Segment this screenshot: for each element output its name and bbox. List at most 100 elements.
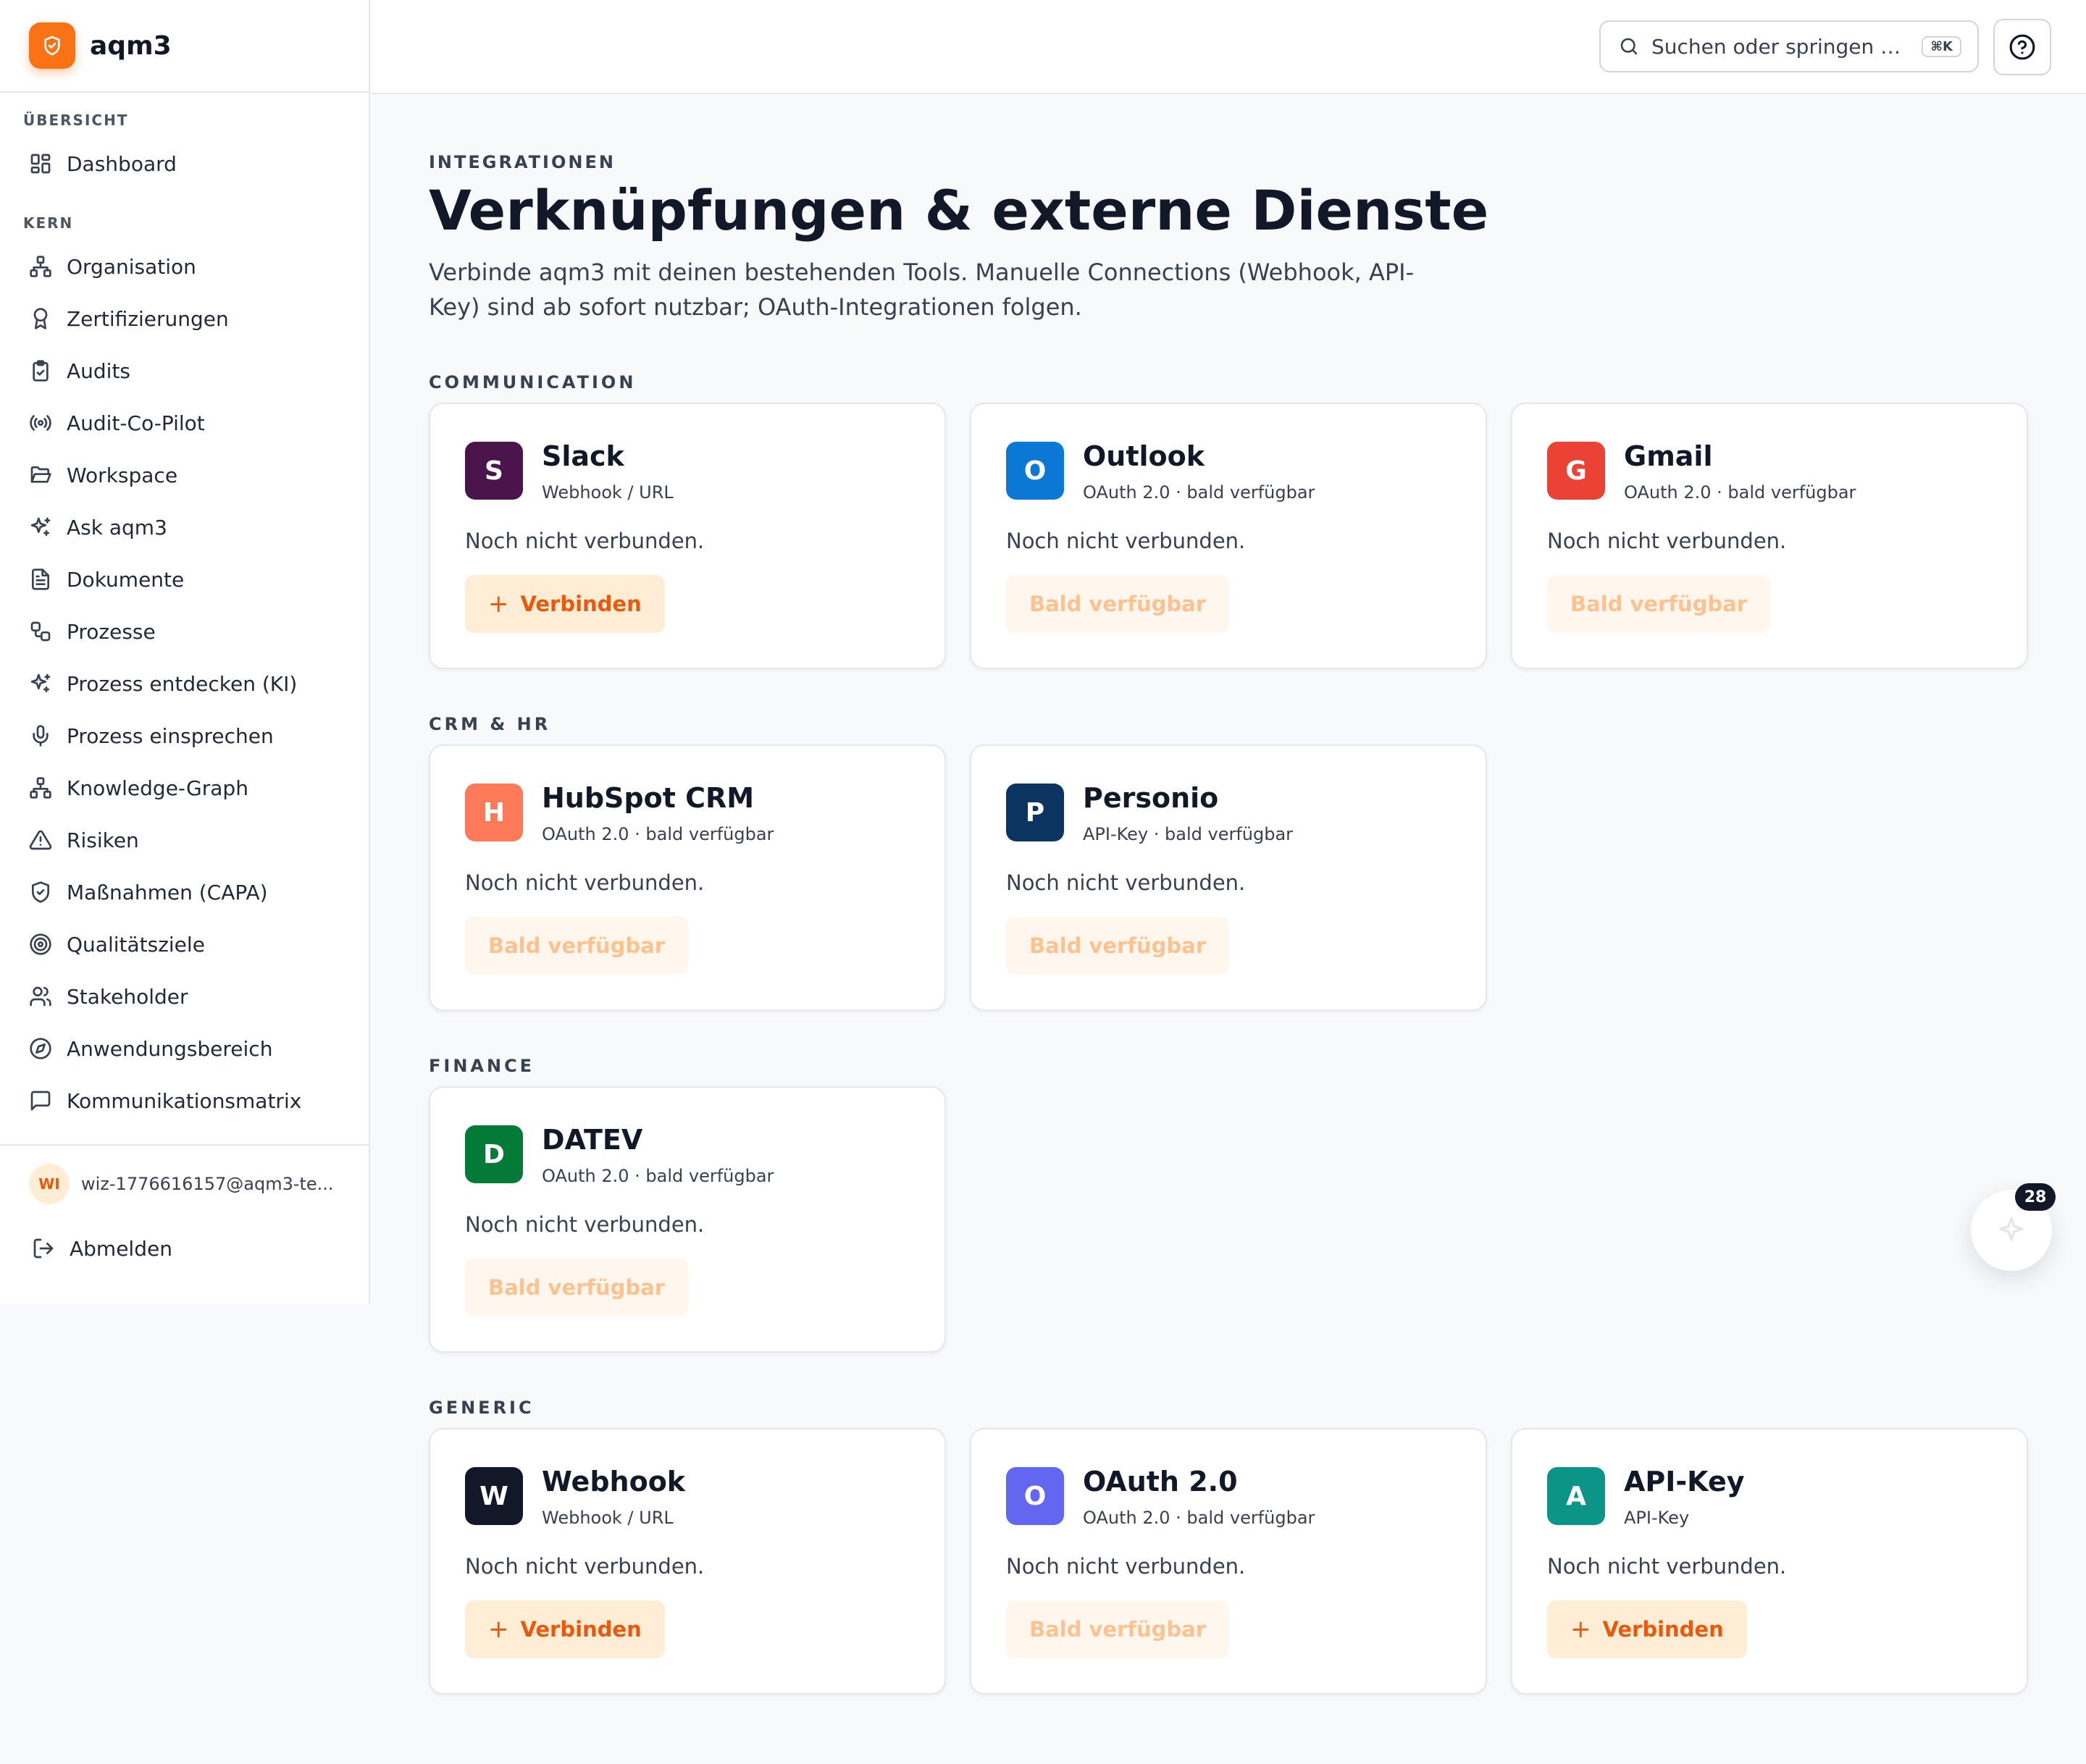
connection-status: Noch nicht verbunden.	[465, 1554, 705, 1579]
coming-soon-button: Bald verfügbar	[1006, 1600, 1229, 1658]
sidebar-item-dokumente[interactable]: Dokumente	[23, 553, 301, 605]
target-icon	[30, 933, 51, 955]
connection-status: Noch nicht verbunden.	[1006, 870, 1246, 895]
connection-status: Noch nicht verbunden.	[1547, 529, 1787, 553]
shield-check-icon	[32, 881, 49, 903]
sidebar-item-label: Stakeholder	[67, 984, 188, 1009]
coming-soon-button: Bald verfügbar	[1006, 575, 1229, 633]
integration-logo: P	[1006, 784, 1064, 841]
user-email: wiz-1776616157@aqm3-te...	[81, 1174, 334, 1194]
sidebar-item-ask-aqm3[interactable]: Ask aqm3	[23, 501, 301, 553]
award-icon	[33, 308, 48, 329]
sidebar-item-label: Zertifizierungen	[67, 306, 229, 331]
sparkles-icon	[30, 517, 51, 536]
logout-label: Abmelden	[70, 1236, 172, 1261]
plus-icon: +	[488, 589, 509, 618]
integration-card-slack: S Slack Webhook / URL Noch nicht verbunden.…	[429, 403, 946, 669]
radio-icon	[30, 415, 51, 431]
button-label: Verbinden	[520, 1617, 642, 1642]
sidebar-item-audits[interactable]: Audits	[23, 345, 301, 397]
connection-status: Noch nicht verbunden.	[1006, 1554, 1246, 1579]
compass-icon	[30, 1038, 51, 1059]
integration-logo: O	[1006, 442, 1064, 500]
notification-badge: 28	[2015, 1183, 2056, 1211]
users-icon	[30, 986, 51, 1007]
button-label: Bald verfügbar	[488, 1275, 665, 1300]
sidebar-item-workspace[interactable]: Workspace	[23, 449, 301, 501]
app-name: aqm3	[90, 30, 172, 61]
sidebar-item-organisation[interactable]: Organisation	[23, 240, 301, 293]
integration-name: Webhook	[542, 1466, 686, 1498]
sparkle-icon	[1999, 1217, 2024, 1241]
sidebar-item-prozesse[interactable]: Prozesse	[23, 605, 301, 658]
page-intro: Verbinde aqm3 mit deinen bestehenden Too…	[429, 259, 1415, 321]
plus-icon: +	[1570, 1615, 1591, 1644]
sidebar-item-prozess-einsprechen[interactable]: Prozess einsprechen	[23, 710, 301, 762]
sidebar-item-prozess-entdecken-ki[interactable]: Prozess entdecken (KI)	[23, 658, 301, 710]
integration-name: HubSpot CRM	[542, 782, 755, 814]
sidebar-item-label: Maßnahmen (CAPA)	[67, 880, 268, 904]
sidebar-item-kommunikationsmatrix[interactable]: Kommunikationsmatrix	[23, 1075, 301, 1127]
warning-triangle-icon	[29, 830, 52, 850]
sidebar-item-knowledge-graph[interactable]: Knowledge-Graph	[23, 762, 301, 814]
logout-icon	[33, 1238, 54, 1259]
connection-status: Noch nicht verbunden.	[1547, 1554, 1787, 1579]
file-text-icon	[32, 568, 49, 590]
integration-card-api-key: A API-Key API-Key Noch nicht verbunden. + Ver…	[1511, 1428, 2028, 1694]
sidebar-item-zertifizierungen[interactable]: Zertifizierungen	[23, 293, 301, 345]
sidebar-item-label: Dokumente	[67, 567, 185, 592]
coming-soon-button: Bald verfügbar	[465, 1259, 688, 1316]
sidebar-item-anwendungsbereich[interactable]: Anwendungsbereich	[23, 1022, 301, 1075]
microphone-icon	[33, 725, 49, 747]
sidebar-item-label: Kommunikationsmatrix	[67, 1088, 302, 1113]
integration-auth-type: Webhook / URL	[542, 1508, 674, 1528]
sidebar-item-label: Knowledge-Graph	[67, 776, 248, 800]
plus-icon: +	[488, 1615, 509, 1644]
integration-card-personio: P Personio API-Key · bald verfügbar Noch ni…	[970, 744, 1487, 1011]
user-profile[interactable]: WI wiz-1776616157@aqm3-te...	[0, 1146, 369, 1222]
sidebar-item-label: Risiken	[67, 828, 139, 852]
connect-button[interactable]: + Verbinden	[465, 1600, 665, 1658]
brand: aqm3	[0, 0, 369, 93]
search-placeholder: Suchen oder springen …	[1651, 34, 1901, 59]
workflow-icon	[30, 621, 51, 642]
integration-name: Personio	[1083, 782, 1219, 814]
sidebar-item-maßnahmen-capa[interactable]: Maßnahmen (CAPA)	[23, 866, 301, 918]
sidebar-item-label: Workspace	[67, 463, 178, 487]
sidebar-item-audit-co-pilot[interactable]: Audit-Co-Pilot	[23, 397, 301, 449]
integration-name: Slack	[542, 440, 624, 472]
dashboard-icon	[30, 154, 51, 174]
nav-section: KERN Organisation Zertifizierungen Audits Au…	[0, 213, 301, 1127]
org-tree-icon	[30, 256, 51, 277]
group-heading-generic: GENERIC	[429, 1398, 535, 1418]
avatar: WI	[29, 1164, 70, 1204]
button-label: Bald verfügbar	[1570, 592, 1747, 616]
sidebar-item-dashboard[interactable]: Dashboard	[23, 138, 177, 190]
button-label: Bald verfügbar	[488, 933, 665, 958]
coming-soon-button: Bald verfügbar	[1547, 575, 1770, 633]
integration-auth-type: OAuth 2.0 · bald verfügbar	[1624, 482, 1856, 503]
connect-button[interactable]: + Verbinden	[1547, 1600, 1747, 1658]
sidebar-item-label: Organisation	[67, 254, 196, 279]
clipboard-check-icon	[33, 360, 49, 382]
message-square-icon	[30, 1091, 51, 1111]
button-label: Bald verfügbar	[1029, 1617, 1206, 1642]
logout-button[interactable]: Abmelden	[0, 1222, 369, 1274]
integration-card-gmail: G Gmail OAuth 2.0 · bald verfügbar Noch nic…	[1511, 403, 2028, 669]
folder-open-icon	[30, 466, 51, 483]
sidebar-item-label: Audit-Co-Pilot	[67, 411, 205, 435]
app-logo-icon[interactable]	[29, 22, 75, 69]
sidebar-item-stakeholder[interactable]: Stakeholder	[23, 970, 301, 1022]
integration-card-oauth-2-0: O OAuth 2.0 OAuth 2.0 · bald verfügbar Noch…	[970, 1428, 1487, 1694]
page-eyebrow: INTEGRATIONEN	[429, 152, 616, 172]
topbar: Suchen oder springen … ⌘K	[372, 0, 2086, 94]
sidebar-item-label: Anwendungsbereich	[67, 1036, 273, 1061]
connect-button[interactable]: + Verbinden	[465, 575, 665, 633]
integration-auth-type: OAuth 2.0 · bald verfügbar	[1083, 1508, 1315, 1528]
integration-auth-type: API-Key	[1624, 1508, 1690, 1528]
sidebar-item-qualitätsziele[interactable]: Qualitätsziele	[23, 918, 301, 970]
integration-card-datev: D DATEV OAuth 2.0 · bald verfügbar Noch nic…	[429, 1086, 946, 1353]
search-input[interactable]: Suchen oder springen … ⌘K	[1599, 20, 1979, 72]
sidebar-item-risiken[interactable]: Risiken	[23, 814, 301, 866]
help-button[interactable]	[1993, 19, 2051, 75]
